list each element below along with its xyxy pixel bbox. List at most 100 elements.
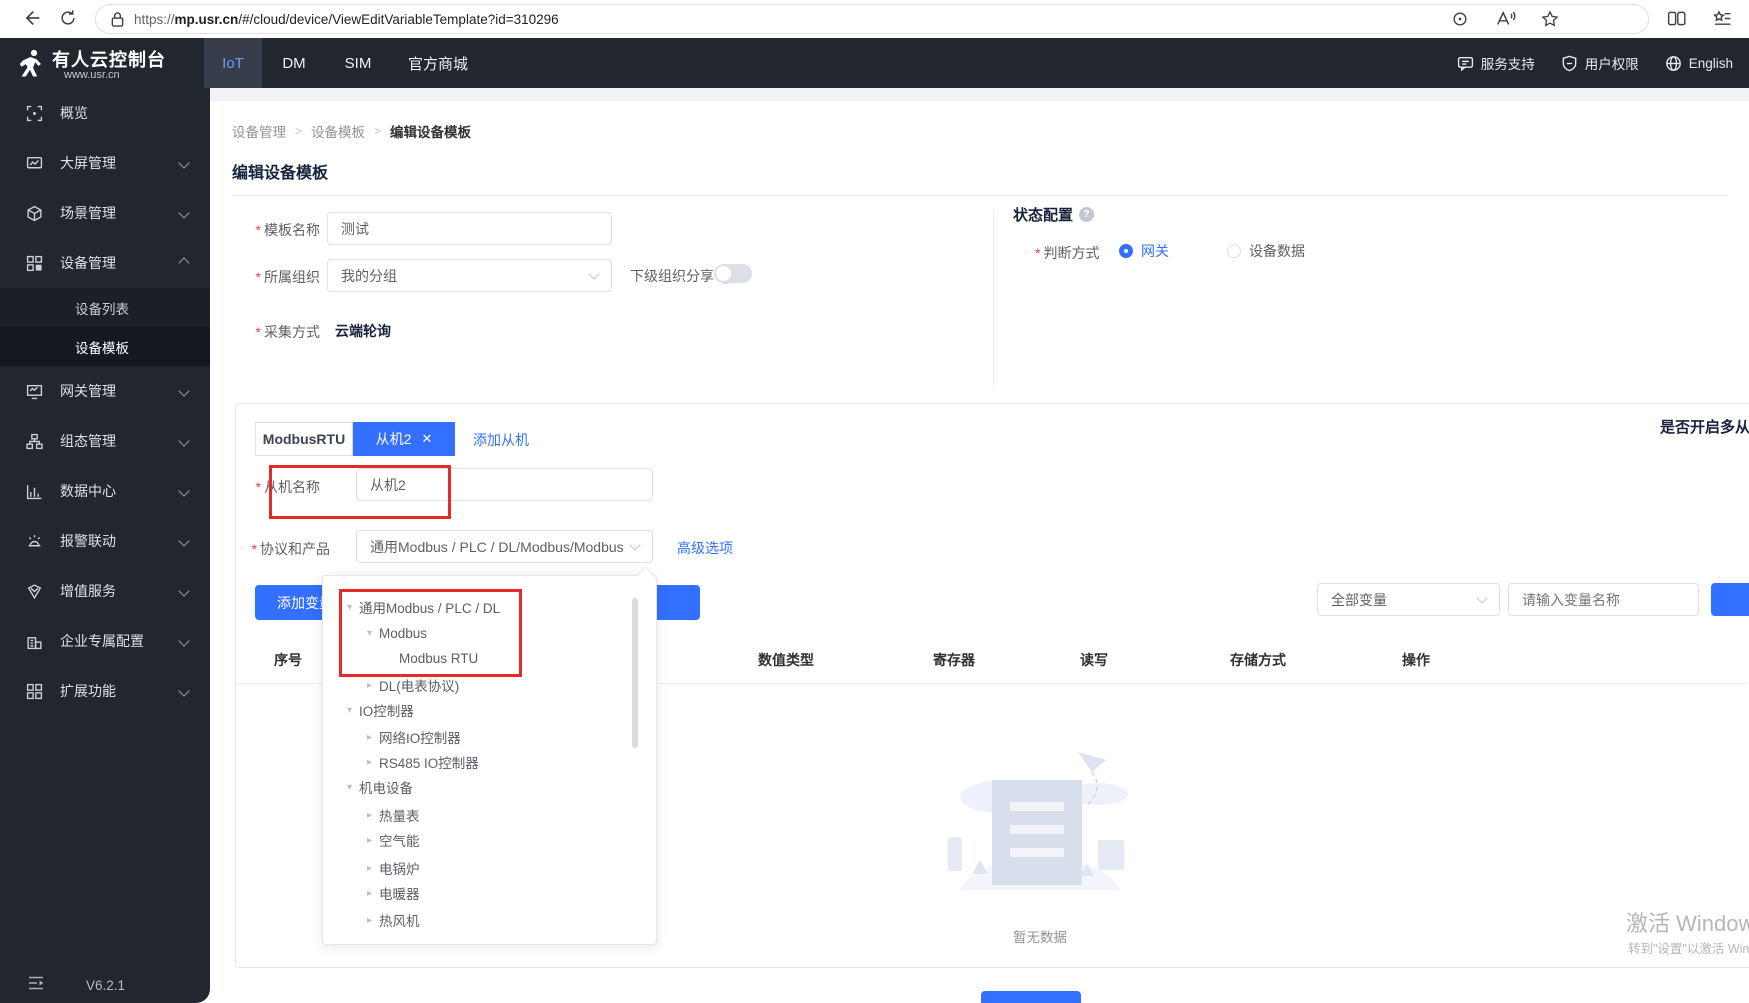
refresh-icon[interactable] <box>58 8 78 28</box>
search-button[interactable] <box>1711 583 1749 616</box>
breadcrumb-current: 编辑设备模板 <box>390 125 472 140</box>
shield-icon <box>1561 55 1578 72</box>
tab-slave2-active[interactable]: 从机2 ✕ <box>353 422 455 456</box>
back-icon[interactable] <box>20 7 42 29</box>
split-screen-icon[interactable] <box>1666 8 1687 29</box>
sidebar-item-网关管理[interactable]: 网关管理 <box>0 366 210 416</box>
org-select[interactable]: 我的分组 <box>327 259 612 292</box>
radio-device-data[interactable]: 设备数据 <box>1227 241 1305 261</box>
tree-item-机电设备[interactable]: ▾ 机电设备 <box>347 774 413 800</box>
breadcrumb-device-mgmt[interactable]: 设备管理 <box>232 121 286 141</box>
caret-right-icon[interactable]: ▸ <box>367 835 372 846</box>
close-icon[interactable]: ✕ <box>421 431 432 447</box>
extension-icon <box>26 683 43 700</box>
caret-right-icon[interactable]: ▸ <box>367 915 372 926</box>
caret-down-icon[interactable]: ▾ <box>367 628 372 639</box>
chevron-down-icon <box>178 157 190 169</box>
tree-item-电暖器[interactable]: ▸ 电暖器 <box>367 880 420 906</box>
form-vertical-divider <box>993 210 994 388</box>
required-mark: * <box>1035 245 1041 261</box>
advanced-options-link[interactable]: 高级选项 <box>677 538 733 558</box>
navbar-item-label: 用户权限 <box>1584 57 1639 72</box>
sidebar-item-场景管理[interactable]: 场景管理 <box>0 188 210 238</box>
tree-item-Modbus RTU[interactable]: Modbus RTU <box>399 645 478 671</box>
nav-tab-sim[interactable]: SIM <box>326 38 390 88</box>
url-text: https://mp.usr.cn/#/cloud/device/ViewEdi… <box>134 11 559 27</box>
sidebar-item-企业专属配置[interactable]: 企业专属配置 <box>0 616 210 666</box>
caret-right-icon[interactable]: ▸ <box>367 810 372 821</box>
sidebar-item-报警联动[interactable]: 报警联动 <box>0 516 210 566</box>
caret-right-icon[interactable]: ▸ <box>367 680 372 691</box>
sidebar-item-数据中心[interactable]: 数据中心 <box>0 466 210 516</box>
breadcrumb-device-template[interactable]: 设备模板 <box>311 121 365 141</box>
nav-tab-官方商城[interactable]: 官方商城 <box>390 38 486 88</box>
caret-down-icon[interactable]: ▾ <box>347 782 352 793</box>
sidebar-item-设备管理[interactable]: 设备管理 <box>0 238 210 288</box>
tree-item-DL(电表协议)[interactable]: ▸ DL(电表协议) <box>367 672 459 698</box>
variable-filter-select[interactable]: 全部变量 <box>1317 583 1500 616</box>
breadcrumb-separator-icon: > <box>295 124 303 138</box>
screen: https://mp.usr.cn/#/cloud/device/ViewEdi… <box>0 0 1749 1003</box>
caret-right-icon[interactable]: ▸ <box>367 863 372 874</box>
read-aloud-icon[interactable] <box>1494 9 1516 29</box>
sidebar-item-组态管理[interactable]: 组态管理 <box>0 416 210 466</box>
slave-name-label: * 从机名称 <box>255 479 320 495</box>
caret-down-icon[interactable]: ▾ <box>347 602 352 613</box>
sidebar-subitem-设备模板[interactable]: 设备模板 <box>0 327 210 366</box>
tree-item-热量表[interactable]: ▸ 热量表 <box>367 802 420 828</box>
navbar-item-English[interactable]: English <box>1665 55 1733 72</box>
sidebar-item-label: 场景管理 <box>60 205 116 221</box>
tree-item-Modbus[interactable]: ▾ Modbus <box>367 620 427 646</box>
radio-gateway[interactable]: 网关 <box>1119 241 1169 261</box>
chat-icon <box>1457 55 1474 72</box>
save-button[interactable] <box>981 991 1081 1003</box>
caret-right-icon[interactable]: ▸ <box>367 888 372 899</box>
url-bar[interactable]: https://mp.usr.cn/#/cloud/device/ViewEdi… <box>95 4 1649 34</box>
favorite-star-icon[interactable] <box>1540 9 1560 29</box>
tree-item-空气能[interactable]: ▸ 空气能 <box>367 827 420 853</box>
required-mark: * <box>255 222 261 238</box>
add-slave-link[interactable]: 添加从机 <box>473 430 529 450</box>
tree-item-label: 热风机 <box>379 914 420 929</box>
chevron-down-icon <box>1476 591 1488 604</box>
chevron-down-icon <box>178 535 190 547</box>
tree-item-label: 热量表 <box>379 809 420 824</box>
sidebar-item-大屏管理[interactable]: 大屏管理 <box>0 138 210 188</box>
tab-modbusrtu[interactable]: ModbusRTU <box>255 422 353 456</box>
table-header-2: 数值类型 <box>758 652 814 668</box>
collections-icon[interactable] <box>1712 8 1733 29</box>
navbar-item-用户权限[interactable]: 用户权限 <box>1561 53 1639 73</box>
device-icon <box>26 255 43 272</box>
slave-name-input[interactable] <box>356 468 653 501</box>
sidebar-subitem-设备列表[interactable]: 设备列表 <box>0 288 210 327</box>
tree-item-RS485 IO控制器[interactable]: ▸ RS485 IO控制器 <box>367 749 479 775</box>
protocol-select[interactable]: 通用Modbus / PLC / DL/Modbus/Modbus RTU <box>356 530 653 563</box>
variable-search-input[interactable] <box>1508 583 1699 616</box>
usr-logo-icon[interactable] <box>14 47 46 79</box>
caret-down-icon[interactable]: ▾ <box>347 705 352 716</box>
judge-mode-label: * 判断方式 <box>1035 245 1100 261</box>
tree-item-热风机[interactable]: ▸ 热风机 <box>367 907 420 933</box>
collapse-sidebar-icon[interactable] <box>27 975 45 991</box>
template-name-input[interactable] <box>327 212 612 245</box>
sidebar-item-增值服务[interactable]: 增值服务 <box>0 566 210 616</box>
share-toggle[interactable] <box>714 264 752 283</box>
breadcrumb-separator-icon: > <box>374 124 382 138</box>
sidebar-item-扩展功能[interactable]: 扩展功能 <box>0 666 210 716</box>
tree-item-电锅炉[interactable]: ▸ 电锅炉 <box>367 855 420 881</box>
sidebar-item-概览[interactable]: 概览 <box>0 88 210 138</box>
tree-item-IO控制器[interactable]: ▾ IO控制器 <box>347 697 414 723</box>
nav-tab-dm[interactable]: DM <box>262 38 326 88</box>
dropdown-scrollbar[interactable] <box>632 598 638 748</box>
chevron-up-icon <box>178 257 190 269</box>
tree-item-网络IO控制器[interactable]: ▸ 网络IO控制器 <box>367 724 461 750</box>
site-location-icon[interactable] <box>1450 9 1470 29</box>
navbar-item-服务支持[interactable]: 服务支持 <box>1457 53 1535 73</box>
caret-right-icon[interactable]: ▸ <box>367 757 372 768</box>
lock-icon[interactable] <box>110 11 125 28</box>
tree-item-通用Modbus / PLC / DL[interactable]: ▾ 通用Modbus / PLC / DL <box>347 594 500 620</box>
caret-right-icon[interactable]: ▸ <box>367 732 372 743</box>
nav-tab-iot[interactable]: IoT <box>204 38 262 88</box>
table-header-5: 存储方式 <box>1230 652 1286 668</box>
help-icon[interactable]: ? <box>1079 207 1095 222</box>
